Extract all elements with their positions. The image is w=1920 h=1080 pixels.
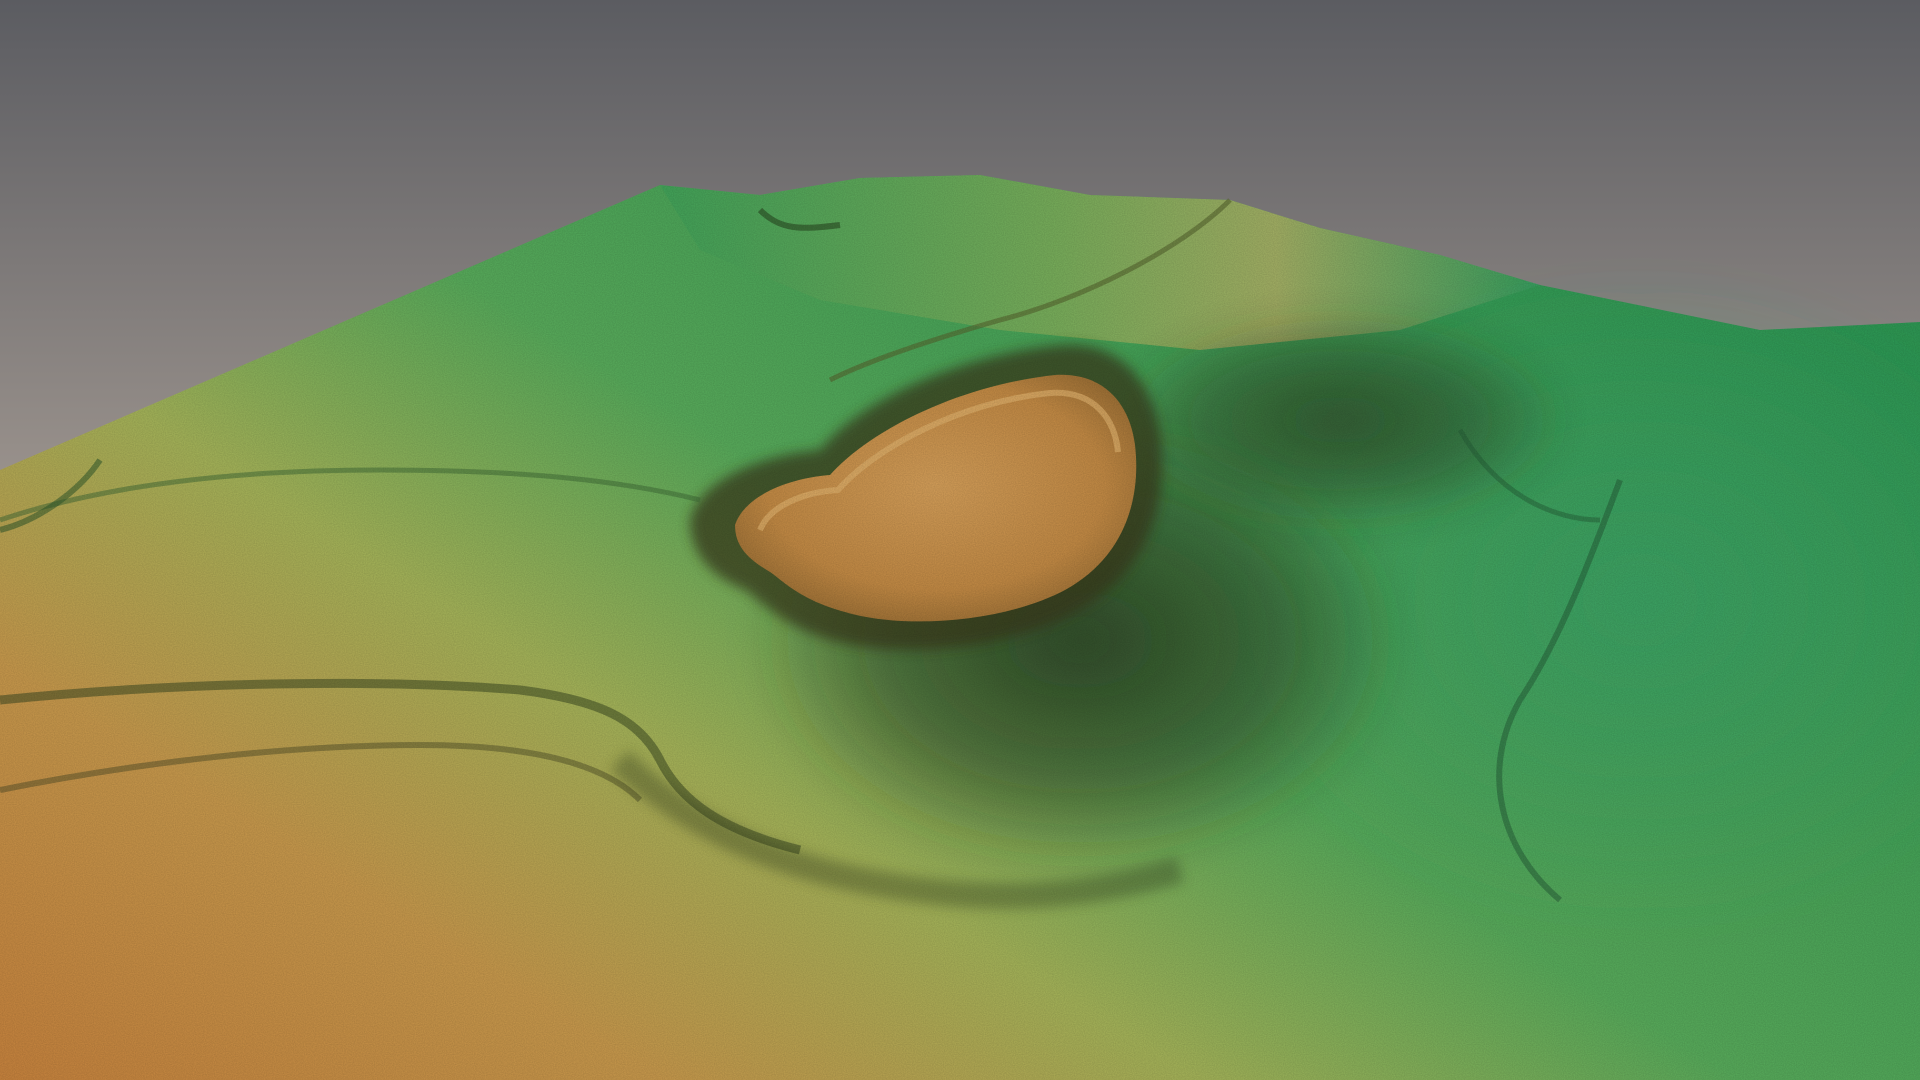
terrain-render <box>0 0 1920 1080</box>
terrain-scene <box>0 0 1920 1080</box>
